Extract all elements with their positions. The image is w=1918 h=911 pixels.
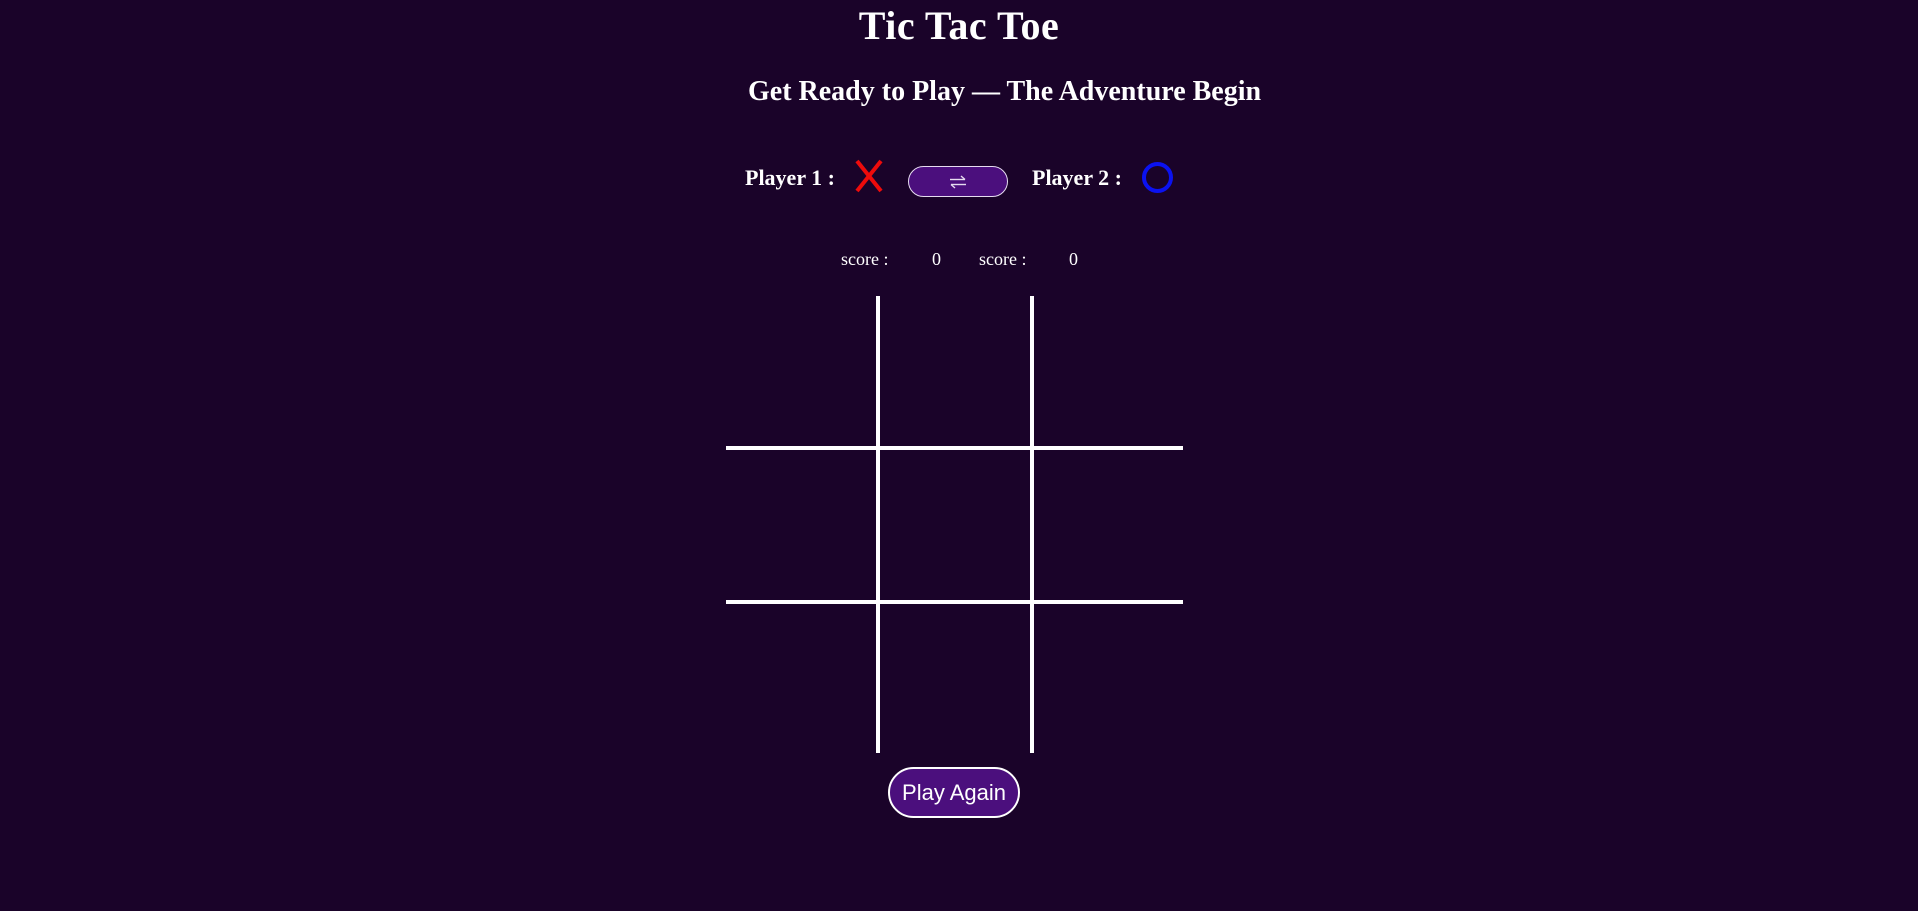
x-symbol-icon xyxy=(855,159,883,193)
o-symbol-icon xyxy=(1142,162,1173,193)
play-again-button[interactable]: Play Again xyxy=(888,767,1020,818)
game-board xyxy=(726,296,1183,753)
player2-score-value: 0 xyxy=(1069,249,1078,269)
subtitle-container: Get Ready to Play — The Adventure Begin xyxy=(748,72,1294,112)
player1-score-label: score : xyxy=(841,249,889,269)
board-cell[interactable] xyxy=(1034,296,1183,446)
player2-label: Player 2 : xyxy=(1032,165,1123,190)
swap-players-button[interactable] xyxy=(908,166,1008,197)
player2-score-label: score : xyxy=(979,249,1027,269)
board-cell[interactable] xyxy=(880,450,1030,600)
board-cell[interactable] xyxy=(726,296,876,446)
player1-label: Player 1 : xyxy=(745,165,836,190)
board-cell[interactable] xyxy=(726,450,876,600)
board-cell[interactable] xyxy=(1034,450,1183,600)
grid-line-vertical xyxy=(1030,296,1034,753)
page-subtitle: Get Ready to Play — The Adventure Begin xyxy=(748,76,1262,107)
grid-line-horizontal xyxy=(726,446,1183,450)
grid-line-horizontal xyxy=(726,600,1183,604)
player1-score-value: 0 xyxy=(932,249,941,269)
board-cell[interactable] xyxy=(1034,604,1183,753)
grid-line-vertical xyxy=(876,296,880,753)
swap-arrows-icon xyxy=(950,174,966,189)
board-cell[interactable] xyxy=(880,604,1030,753)
board-cell[interactable] xyxy=(726,604,876,753)
page-title: Tic Tac Toe xyxy=(858,3,1060,48)
board-cell[interactable] xyxy=(880,296,1030,446)
game-page: Tic Tac Toe Get Ready to Play — The Adve… xyxy=(0,0,1918,911)
